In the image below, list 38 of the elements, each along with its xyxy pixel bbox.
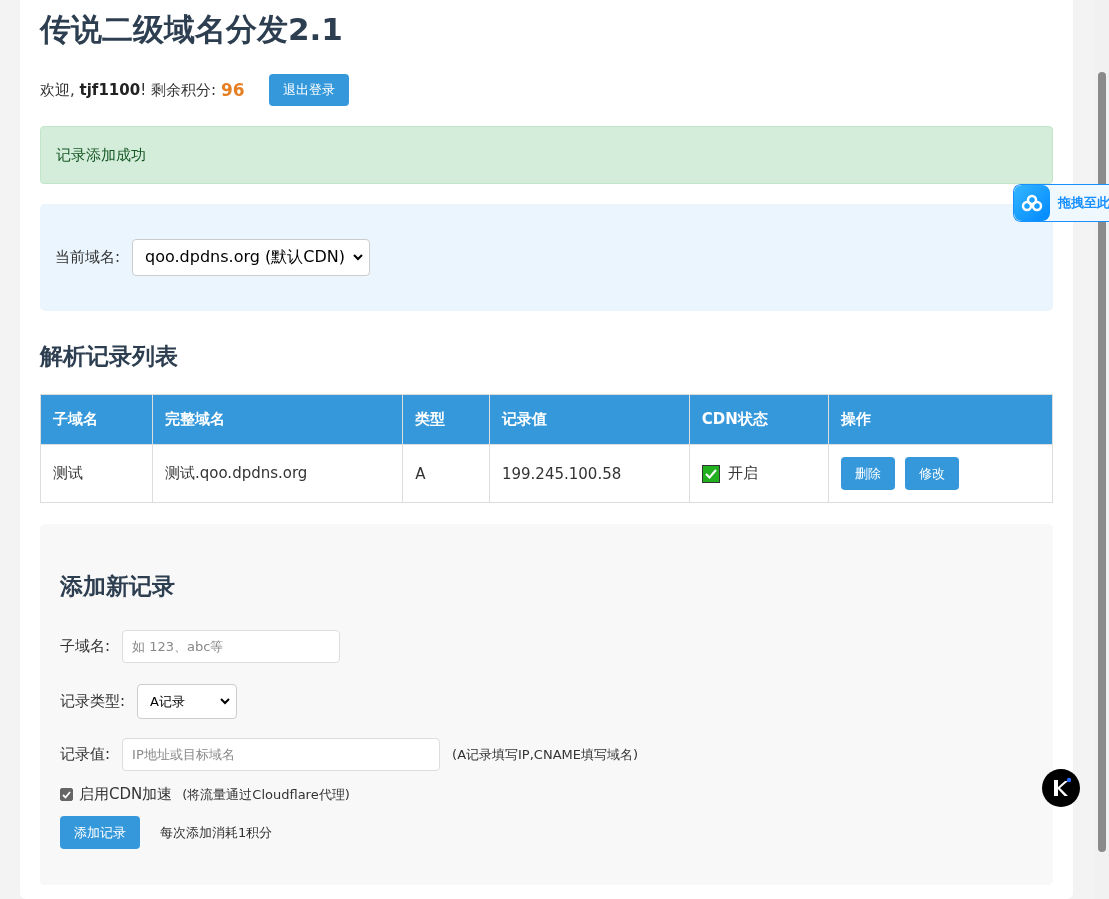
points-value: 96 — [221, 80, 245, 100]
assistant-logo-icon[interactable] — [1041, 768, 1081, 808]
page-title: 传说二级域名分发2.1 — [40, 10, 344, 49]
cdn-checkbox[interactable] — [60, 788, 73, 801]
record-type-select[interactable]: A记录 — [137, 684, 238, 719]
cdn-hint: (将流量通过Cloudflare代理) — [182, 785, 350, 804]
edit-button[interactable]: 修改 — [904, 457, 959, 490]
record-value-input[interactable]: IP地址或目标域名 — [122, 738, 441, 771]
welcome-text: 欢迎, tjf1100! 剩余积分: — [40, 80, 216, 100]
delete-button[interactable]: 删除 — [840, 457, 895, 490]
table-cell: 199.245.100.58 — [489, 444, 690, 503]
record-value-hint: (A记录填写IP,CNAME填写域名) — [452, 745, 639, 764]
chevron-icon — [352, 254, 363, 261]
column-header: 子域名 — [40, 394, 153, 445]
record-type-label: 记录类型: — [60, 692, 126, 711]
domain-select[interactable]: qoo.dpdns.org (默认CDN) — [132, 239, 370, 276]
table-cell: 测试 — [40, 444, 153, 503]
cloud-icon — [1014, 185, 1050, 221]
logout-button[interactable]: 退出登录 — [268, 74, 349, 106]
subdomain-input[interactable]: 如 123、abc等 — [122, 630, 341, 663]
cdn-checkbox-label: 启用CDN加速 — [79, 785, 173, 804]
cost-note: 每次添加消耗1积分 — [160, 823, 273, 842]
table-cell: A — [402, 444, 490, 503]
table-cell: 测试.qoo.dpdns.org — [152, 444, 403, 503]
column-header: 操作 — [828, 394, 1053, 445]
domain-label: 当前域名: — [55, 248, 121, 267]
column-header: 完整域名 — [152, 394, 403, 445]
add-record-button[interactable]: 添加记录 — [60, 816, 140, 849]
column-header: 记录值 — [489, 394, 690, 445]
cdn-status-text: 开启 — [727, 464, 758, 483]
column-header: 类型 — [402, 394, 490, 445]
chevron-icon — [220, 698, 231, 705]
column-header: CDN状态 — [689, 394, 829, 445]
success-alert: 记录添加成功 — [40, 126, 1053, 184]
record-value-label: 记录值: — [60, 745, 111, 764]
add-record-heading: 添加新记录 — [60, 572, 176, 601]
records-heading: 解析记录列表 — [40, 342, 179, 371]
subdomain-label: 子域名: — [60, 637, 111, 656]
